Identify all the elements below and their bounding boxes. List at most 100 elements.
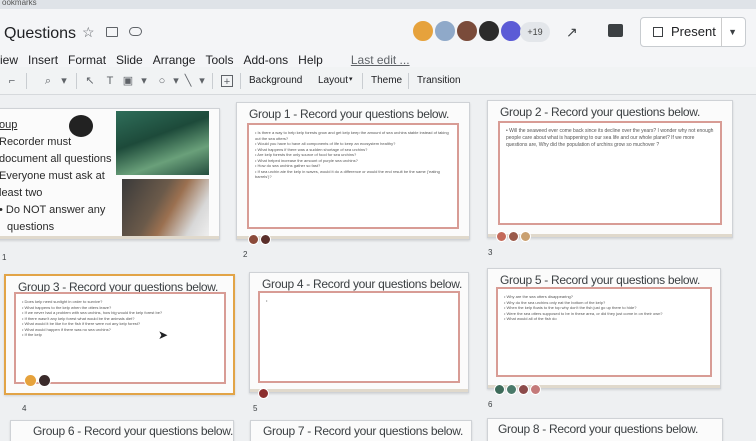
slide-thumbnail-7[interactable]: Group 6 - Record your questions below. [10,420,234,441]
star-icon[interactable]: ☆ [82,24,95,41]
slide-title: Group 7 - Record your questions below. [263,424,464,438]
document-title[interactable]: Questions [4,25,76,43]
slide-footer-bar [0,236,219,239]
collaborator-avatars [411,19,523,43]
avatar[interactable] [508,231,519,242]
slide-thumbnail-5[interactable]: Group 4 - Record your questions below. [249,272,469,393]
last-edit-link[interactable]: Last edit ... [351,53,410,67]
mouse-cursor-icon: ➤ [158,328,169,342]
avatar[interactable] [520,231,531,242]
image-icon[interactable]: ▣ [122,75,134,87]
avatar[interactable] [518,384,529,395]
text-box-icon[interactable]: T [104,75,116,87]
question-box [258,291,460,383]
slide-thumbnail-6[interactable]: Group 5 - Record your questions below. W… [487,268,721,389]
chevron-down-icon[interactable]: ▾ [196,75,208,87]
slide-number: 3 [488,248,493,257]
slide-title: Group 1 - Record your questions below. [249,107,450,121]
question-list [260,293,458,309]
question-box: Is there a way to help kelp forests grow… [247,123,459,229]
slide-title: Group 2 - Record your questions below. [500,105,701,119]
add-comment-icon[interactable]: + [221,75,233,88]
question-list: Does kelp need sunlight in order to surv… [16,294,224,343]
background-button[interactable]: Background [249,75,302,86]
bookmarks-label: ookmarks [2,0,37,7]
question-item: If sea urchin ate the kelp in waves, wou… [255,169,451,180]
slide-1-text: oup Recorder must document all questions… [0,117,112,236]
comment-history-icon[interactable] [608,24,623,37]
avatar[interactable] [258,388,269,399]
paint-format-icon[interactable]: ⌐ [6,75,18,87]
menu-insert[interactable]: Insert [28,53,58,67]
avatar[interactable] [433,19,457,43]
slide-footer-bar [250,389,468,392]
avatar[interactable] [38,374,51,387]
slide-thumbnail-9[interactable]: Group 8 - Record your questions below. [487,418,723,441]
avatar[interactable] [477,19,501,43]
toolbar-divider [408,73,409,89]
question-item: If the kelp [22,332,218,338]
slide-1-line: questions [7,221,55,233]
menu-help[interactable]: Help [298,53,323,67]
shape-icon[interactable]: ○ [156,75,168,87]
slide-number: 6 [488,400,493,409]
layout-button[interactable]: Layout [318,75,348,86]
slide-thumbnail-1[interactable]: oup Recorder must document all questions… [0,108,220,240]
avatar[interactable] [24,374,37,387]
menu-view[interactable]: iew [0,53,18,67]
menu-addons[interactable]: Add-ons [243,53,288,67]
present-button[interactable]: Present ▼ [640,17,746,47]
question-box: Why are the sea otters disappearing? Why… [496,287,712,377]
avatar[interactable] [506,384,517,395]
slide-number: 2 [243,250,248,259]
present-label: Present [671,24,716,39]
slide-1-line: oup [0,119,18,131]
chevron-down-icon[interactable]: ▾ [349,75,353,83]
menu-format[interactable]: Format [68,53,106,67]
menu-tools[interactable]: Tools [205,53,233,67]
question-item: Will the seaweed ever come back since it… [506,128,714,149]
slide-1-line: Everyone must ask at [0,170,105,182]
chevron-down-icon[interactable]: ▾ [138,75,150,87]
slide-thumbnail-8[interactable]: Group 7 - Record your questions below. [250,420,472,441]
avatar[interactable] [494,384,505,395]
chevron-down-icon[interactable]: ▾ [170,75,182,87]
slide-1-line: • Do NOT answer any [0,204,106,216]
avatar[interactable] [411,19,435,43]
activity-trend-icon[interactable]: ↗ [566,24,578,41]
toolbar-divider [26,73,27,89]
collaborator-count[interactable]: +19 [520,22,550,42]
menu-slide[interactable]: Slide [116,53,143,67]
avatar[interactable] [496,231,507,242]
move-folder-icon[interactable] [106,27,118,37]
chevron-down-icon[interactable]: ▾ [58,75,70,87]
slide-thumbnail-3[interactable]: Group 2 - Record your questions below. W… [487,100,733,238]
slide-title: Group 6 - Record your questions below. [33,424,234,438]
slide-thumbnail-2[interactable]: Group 1 - Record your questions below. I… [236,102,470,240]
slide-1-line: Recorder must [0,136,72,148]
slide-number: 4 [22,404,27,413]
toolbar-divider [240,73,241,89]
theme-button[interactable]: Theme [371,75,402,86]
avatar[interactable] [248,234,259,245]
line-icon[interactable]: ╲ [182,75,194,87]
slide-thumbnail-4[interactable]: Group 3 - Record your questions below. D… [4,274,235,395]
transition-button[interactable]: Transition [417,75,461,86]
toolbar-divider [212,73,213,89]
toolbar-divider [362,73,363,89]
avatar[interactable] [260,234,271,245]
zoom-icon[interactable]: ⌕ [42,75,54,87]
viewer-avatars [494,384,542,395]
cloud-status-icon [129,27,142,36]
question-list: Is there a way to help kelp forests grow… [249,125,457,185]
select-icon[interactable]: ↖ [84,75,96,87]
menu-arrange[interactable]: Arrange [153,53,196,67]
toolbar-divider [76,73,77,89]
question-box: Will the seaweed ever come back since it… [498,121,722,225]
viewer-avatars [248,234,272,245]
avatar[interactable] [455,19,479,43]
viewer-avatars [24,374,52,387]
chevron-down-icon[interactable]: ▼ [721,18,737,46]
avatar[interactable] [530,384,541,395]
slide-title: Group 8 - Record your questions below. [498,422,699,436]
